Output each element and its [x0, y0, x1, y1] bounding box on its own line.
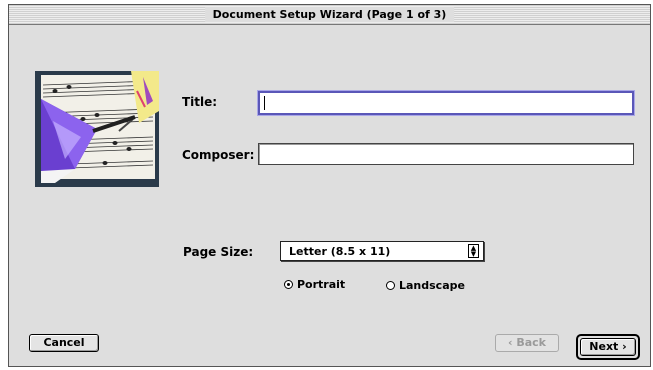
radio-selected-icon — [284, 280, 293, 289]
wizard-window: Document Setup Wizard (Page 1 of 3) Titl… — [8, 4, 651, 367]
cancel-button[interactable]: Cancel — [29, 334, 99, 352]
composer-input[interactable] — [258, 143, 634, 165]
window-title: Document Setup Wizard (Page 1 of 3) — [204, 7, 455, 22]
radio-unselected-icon — [386, 281, 395, 290]
title-label: Title: — [182, 95, 218, 109]
text-caret — [264, 96, 265, 110]
page-size-label: Page Size: — [183, 245, 254, 259]
page-size-select[interactable]: Letter (8.5 x 11) ▲ ▼ — [280, 241, 484, 261]
landscape-radio[interactable]: Landscape — [386, 279, 465, 292]
up-down-arrows-icon: ▲ ▼ — [468, 244, 479, 258]
landscape-label: Landscape — [399, 279, 465, 292]
portrait-radio[interactable]: Portrait — [284, 278, 345, 291]
title-bar[interactable]: Document Setup Wizard (Page 1 of 3) — [9, 5, 650, 25]
page-size-value: Letter (8.5 x 11) — [289, 245, 391, 258]
title-input[interactable] — [258, 91, 634, 115]
composer-label: Composer: — [182, 148, 255, 162]
next-button[interactable]: Next › — [580, 338, 636, 356]
back-button[interactable]: ‹ Back — [495, 334, 559, 352]
portrait-label: Portrait — [297, 278, 346, 291]
music-score-with-quill-icon — [35, 71, 159, 187]
